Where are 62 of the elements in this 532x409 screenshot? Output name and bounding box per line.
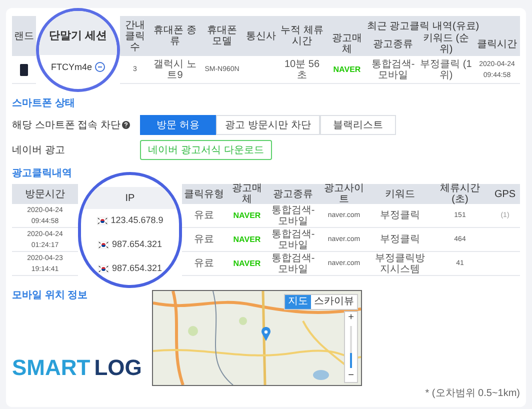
flag-icon xyxy=(96,217,108,225)
table-cell: 유료 xyxy=(194,210,214,221)
table-cell: 통합검색-모바일 xyxy=(270,252,316,274)
table-cell: 통합검색-모바일 xyxy=(270,204,316,226)
column-header: 누적 체류시간 xyxy=(280,25,324,47)
session-id: FTCYm4e xyxy=(50,61,92,74)
column-header: 휴대폰 모델 xyxy=(206,25,238,47)
zoom-out-button[interactable]: − xyxy=(345,370,357,382)
table-cell: 유료 xyxy=(194,234,214,245)
table-cell: 유료 xyxy=(194,258,214,269)
column-header: 키워드 xyxy=(385,188,415,200)
logo: SMART LOG xyxy=(12,356,143,380)
column-header: 랜드 xyxy=(14,30,34,42)
table-cell: 부정클릭 xyxy=(380,234,420,245)
location-pin-icon xyxy=(261,327,271,341)
column-header: GPS xyxy=(494,188,516,200)
column-header: 휴대폰 종류 xyxy=(152,25,198,47)
column-header: IP xyxy=(125,192,135,206)
table-cell-text: 부정클릭방지시스템 xyxy=(374,252,426,274)
column-header: 클릭시간 xyxy=(477,38,517,50)
phone-thumbnail xyxy=(20,64,28,76)
naver-logo: NAVER xyxy=(333,64,361,75)
table-cell: 통합검색-모바일 xyxy=(270,228,316,250)
naver-logo: NAVER xyxy=(233,210,261,221)
column-header: 광고사이트 xyxy=(323,183,365,205)
table-cell: 부정클릭 xyxy=(380,210,420,221)
segment-tab[interactable]: 광고 방문시만 차단 xyxy=(216,115,320,135)
column-header: 키워드 (순위) xyxy=(422,33,470,55)
column-header: 체류시간(초) xyxy=(439,183,481,205)
table-cell: 부정클릭 (1위) xyxy=(420,58,472,80)
table-cell: 통합검색-모바일 xyxy=(370,58,416,80)
column-header: 간내 클릭수 xyxy=(124,20,146,52)
table-cell-text: 갤럭시 노트9 xyxy=(152,58,198,80)
table-cell-text: 10분 56초 xyxy=(283,58,321,80)
naver-logo: NAVER xyxy=(233,234,261,245)
column-header: 단말기 세션 xyxy=(48,28,108,44)
naver-logo: NAVER xyxy=(233,258,261,269)
column-header: 광고종류 xyxy=(373,38,413,50)
flag-icon xyxy=(98,241,109,249)
column-header: 방문시간 xyxy=(25,188,65,200)
ip-address: 123.45.678.9 xyxy=(110,214,164,228)
segment-tab[interactable]: 블랙리스트 xyxy=(320,115,396,135)
minus-icon xyxy=(97,64,103,70)
section-title: 광고클릭내역 xyxy=(12,168,73,180)
section-title: 모바일 위치 정보 xyxy=(12,290,89,302)
help-icon[interactable] xyxy=(122,121,130,129)
field-label: 네이버 광고 xyxy=(12,144,66,158)
column-header: 통신사 xyxy=(246,30,276,42)
column-header: 광고매체 xyxy=(231,183,263,205)
footnote: * (오차범위 0.5~1km) xyxy=(425,387,520,401)
group-header: 최근 광고클릭 내역(유료) xyxy=(366,21,480,32)
collapse-button[interactable] xyxy=(95,62,105,72)
flag-icon xyxy=(98,265,109,273)
ip-address: 987.654.321 xyxy=(112,262,162,276)
ip-address: 987.654.321 xyxy=(112,238,162,252)
column-header: 클릭유형 xyxy=(184,188,224,200)
column-header: 광고매체 xyxy=(331,33,363,55)
zoom-in-button[interactable]: + xyxy=(345,312,357,324)
column-header: 광고종류 xyxy=(273,188,313,200)
segment-tab[interactable]: 방문 허용 xyxy=(140,115,216,135)
section-title: 스마트폰 상태 xyxy=(12,98,76,110)
field-label: 해당 스마트폰 접속 차단 xyxy=(12,118,120,132)
